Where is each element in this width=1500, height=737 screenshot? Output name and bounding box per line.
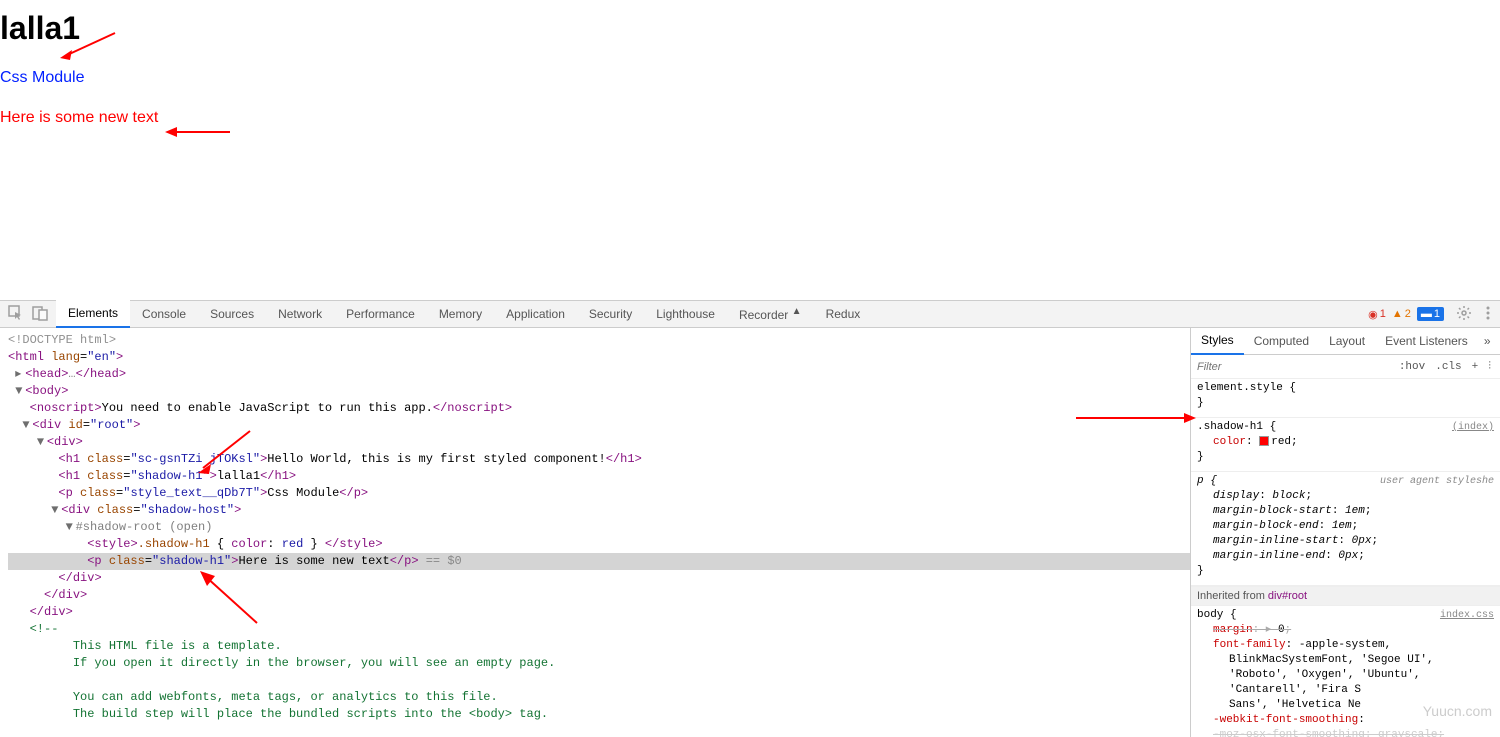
cls-button[interactable]: .cls — [1430, 359, 1466, 375]
device-toolbar-icon[interactable] — [32, 305, 48, 324]
info-count[interactable]: ▬ 1 — [1417, 307, 1444, 321]
tab-lighthouse[interactable]: Lighthouse — [644, 301, 727, 327]
element-style-rule[interactable]: element.style { } — [1191, 379, 1500, 418]
styles-filter-input[interactable] — [1195, 359, 1394, 375]
elements-dom-tree[interactable]: <!DOCTYPE html> <html lang="en"> ▸<head>… — [0, 328, 1190, 737]
watermark: Yuucn.com — [1423, 703, 1492, 719]
css-module-text: Css Module — [0, 69, 1500, 87]
p-ua-rule[interactable]: user agent styleshe p { display: block; … — [1191, 472, 1500, 586]
styles-tab-styles[interactable]: Styles — [1191, 328, 1244, 355]
tab-security[interactable]: Security — [577, 301, 644, 327]
status-indicators[interactable]: ◉ 1 ▲ 2 ▬ 1 — [1360, 307, 1452, 321]
tab-application[interactable]: Application — [494, 301, 577, 327]
devtools-tab-bar: Elements Console Sources Network Perform… — [0, 301, 1500, 328]
styles-rules-list[interactable]: element.style { } (index) .shadow-h1 { c… — [1191, 379, 1500, 737]
tab-memory[interactable]: Memory — [427, 301, 494, 327]
styles-sidebar: Styles Computed Layout Event Listeners »… — [1190, 328, 1500, 737]
more-icon[interactable] — [1476, 305, 1500, 324]
styles-more-icon[interactable]: ⫶ — [1483, 359, 1496, 375]
tab-redux[interactable]: Redux — [814, 301, 873, 327]
page-heading-lalla1: lalla1 — [0, 10, 1500, 47]
shadow-h1-rule[interactable]: (index) .shadow-h1 { color: red; } — [1191, 418, 1500, 472]
warning-count[interactable]: ▲ 2 — [1392, 308, 1411, 320]
rendered-page: lalla1 Css Module Here is some new text — [0, 10, 1500, 300]
hov-button[interactable]: :hov — [1394, 359, 1430, 375]
doctype-node[interactable]: <!DOCTYPE html> — [8, 333, 116, 347]
tab-sources[interactable]: Sources — [198, 301, 266, 327]
tab-console[interactable]: Console — [130, 301, 198, 327]
error-count[interactable]: ◉ 1 — [1368, 308, 1386, 321]
tab-performance[interactable]: Performance — [334, 301, 427, 327]
inherited-from-header[interactable]: Inherited from div#root — [1191, 586, 1500, 606]
more-tabs-icon[interactable]: » — [1478, 330, 1497, 352]
tab-network[interactable]: Network — [266, 301, 334, 327]
styles-filter-bar: :hov .cls + ⫶ — [1191, 355, 1500, 379]
tab-elements[interactable]: Elements — [56, 300, 130, 328]
shadow-dom-text: Here is some new text — [0, 109, 1500, 127]
styles-tab-bar: Styles Computed Layout Event Listeners » — [1191, 328, 1500, 355]
tab-recorder[interactable]: Recorder ▲ — [727, 300, 814, 328]
selected-dom-node[interactable]: <p class="shadow-h1">Here is some new te… — [8, 553, 1190, 570]
inspect-element-icon[interactable] — [8, 305, 24, 324]
styles-tab-event-listeners[interactable]: Event Listeners — [1375, 328, 1478, 354]
devtools-panel: Elements Console Sources Network Perform… — [0, 300, 1500, 737]
new-style-button[interactable]: + — [1467, 359, 1484, 375]
styles-tab-layout[interactable]: Layout — [1319, 328, 1375, 354]
styles-tab-computed[interactable]: Computed — [1244, 328, 1319, 354]
settings-icon[interactable] — [1452, 305, 1476, 324]
